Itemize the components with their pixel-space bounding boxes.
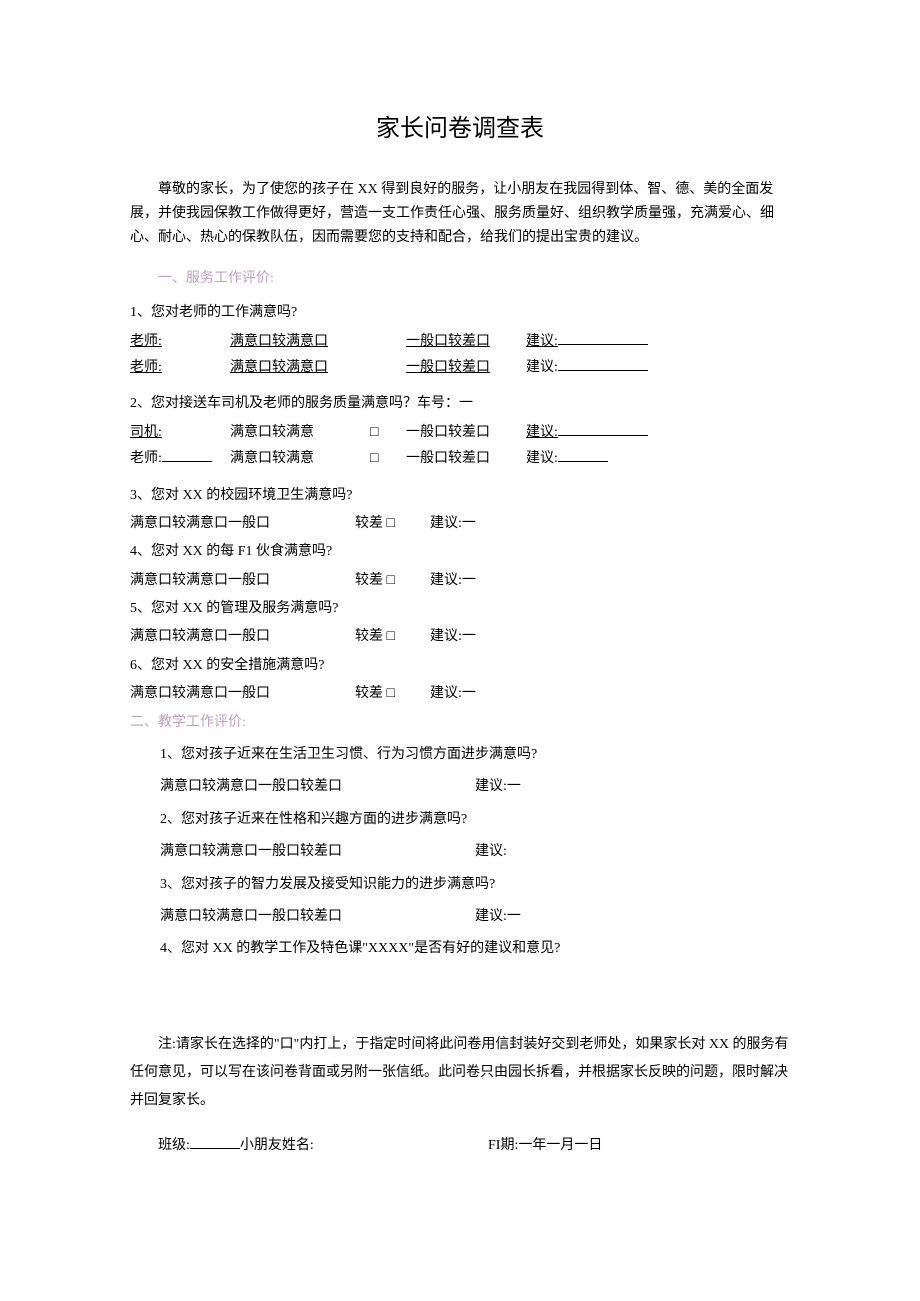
- rating-options[interactable]: 满意口较满意口一般口: [130, 513, 355, 535]
- q6-text: 6、您对 XX 的安全措施满意吗?: [130, 655, 790, 677]
- s2-q2-rating: 满意口较满意口一般口较差口 建议:: [160, 841, 790, 863]
- teacher-label: 老师:: [130, 334, 162, 349]
- suggest-label: 建议:一: [475, 776, 575, 798]
- class-label: 班级:: [158, 1138, 190, 1153]
- q3-text: 3、您对 XX 的校园环境卫生满意吗?: [130, 485, 790, 507]
- q6-rating: 满意口较满意口一般口 较差 □ 建议:一: [130, 683, 790, 705]
- section2-header: 二、教学工作评价:: [130, 712, 790, 734]
- s2-q4-text: 4、您对 XX 的教学工作及特色课"XXXX"是否有好的建议和意见?: [160, 938, 790, 960]
- q2-driver-row: 司机: 满意口较满意 □ 一般口较差口 建议:: [130, 422, 790, 444]
- q5-text: 5、您对 XX 的管理及服务满意吗?: [130, 598, 790, 620]
- section2-block: 1、您对孩子近来在生活卫生习惯、行为习惯方面进步满意吗? 满意口较满意口一般口较…: [130, 744, 790, 961]
- rating-options[interactable]: 满意口较满意: [230, 422, 370, 444]
- teacher-name-input[interactable]: [162, 448, 212, 462]
- q2-text: 2、您对接送车司机及老师的服务质量满意吗？车号：一: [130, 393, 790, 415]
- checkbox[interactable]: □: [370, 448, 406, 470]
- q1-teacher-row-1: 老师: 满意口较满意口 一般口较差口 建议:: [130, 331, 790, 353]
- rating-options[interactable]: 满意口较满意口一般口较差口: [160, 906, 475, 928]
- suggest-input[interactable]: [558, 357, 648, 371]
- q1-teacher-row-2: 老师: 满意口较满意口 一般口较差口 建议:: [130, 357, 790, 379]
- q4-rating: 满意口较满意口一般口 较差 □ 建议:一: [130, 570, 790, 592]
- rating-options[interactable]: 满意口较满意口: [230, 331, 370, 353]
- rating-options[interactable]: 满意口较满意口: [230, 357, 370, 379]
- s2-q3-text: 3、您对孩子的智力发展及接受知识能力的进步满意吗?: [160, 874, 790, 896]
- q1-text: 1、您对老师的工作满意吗?: [130, 302, 790, 324]
- checkbox[interactable]: □: [370, 422, 406, 444]
- rating-poor[interactable]: 较差 □: [355, 570, 430, 592]
- q4-text: 4、您对 XX 的每 F1 伙食满意吗?: [130, 541, 790, 563]
- suggest-label: 建议:: [526, 451, 558, 466]
- suggest-label: 建议:: [526, 425, 558, 440]
- rating-poor[interactable]: 较差 □: [355, 513, 430, 535]
- suggest-input[interactable]: [558, 422, 648, 436]
- rating-options[interactable]: 满意口较满意口一般口较差口: [160, 776, 475, 798]
- rating-options-2[interactable]: 一般口较差口: [406, 357, 526, 379]
- class-input[interactable]: [190, 1135, 240, 1149]
- s2-q3-rating: 满意口较满意口一般口较差口 建议:一: [160, 906, 790, 928]
- suggest-label: 建议:: [526, 334, 558, 349]
- rating-poor[interactable]: 较差 □: [355, 626, 430, 648]
- suggest-label: 建议:: [526, 360, 558, 375]
- teacher-label: 老师:: [130, 360, 162, 375]
- suggest-input[interactable]: [558, 448, 608, 462]
- date-label: FI期:一年一月一日: [460, 1135, 602, 1157]
- suggest-label: 建议:: [475, 841, 575, 863]
- section1-header: 一、服务工作评价:: [130, 268, 790, 290]
- suggest-label: 建议:一: [430, 626, 530, 648]
- intro-paragraph: 尊敬的家长，为了使您的孩子在 XX 得到良好的服务，让小朋友在我园得到体、智、德…: [130, 178, 790, 249]
- q5-rating: 满意口较满意口一般口 较差 □ 建议:一: [130, 626, 790, 648]
- rating-options[interactable]: 满意口较满意口一般口: [130, 683, 355, 705]
- rating-poor[interactable]: 较差 □: [355, 683, 430, 705]
- teacher-label: 老师:: [130, 451, 162, 466]
- suggest-label: 建议:一: [430, 513, 530, 535]
- spacer: [370, 331, 406, 353]
- rating-options[interactable]: 满意口较满意口一般口较差口: [160, 841, 475, 863]
- rating-options-2[interactable]: 一般口较差口: [406, 331, 526, 353]
- rating-options[interactable]: 满意口较满意口一般口: [130, 570, 355, 592]
- spacer: [370, 357, 406, 379]
- signature-row: 班级: 小朋友姓名: FI期:一年一月一日: [130, 1135, 790, 1157]
- driver-label: 司机:: [130, 425, 162, 440]
- rating-options-2[interactable]: 一般口较差口: [406, 448, 526, 470]
- page-title: 家长问卷调查表: [130, 110, 790, 148]
- q3-rating: 满意口较满意口一般口 较差 □ 建议:一: [130, 513, 790, 535]
- rating-options[interactable]: 满意口较满意: [230, 448, 370, 470]
- s2-q1-text: 1、您对孩子近来在生活卫生习惯、行为习惯方面进步满意吗?: [160, 744, 790, 766]
- rating-options[interactable]: 满意口较满意口一般口: [130, 626, 355, 648]
- name-label: 小朋友姓名:: [240, 1138, 314, 1153]
- s2-q2-text: 2、您对孩子近来在性格和兴趣方面的进步满意吗?: [160, 809, 790, 831]
- s2-q1-rating: 满意口较满意口一般口较差口 建议:一: [160, 776, 790, 798]
- suggest-input[interactable]: [558, 331, 648, 345]
- q2-teacher-row: 老师: 满意口较满意 □ 一般口较差口 建议:: [130, 448, 790, 470]
- suggest-label: 建议:一: [475, 906, 575, 928]
- suggest-label: 建议:一: [430, 570, 530, 592]
- footer-note: 注:请家长在选择的"口"内打上，于指定时间将此问卷用信封装好交到老师处，如果家长…: [130, 1031, 790, 1115]
- suggest-label: 建议:一: [430, 683, 530, 705]
- rating-options-2[interactable]: 一般口较差口: [406, 422, 526, 444]
